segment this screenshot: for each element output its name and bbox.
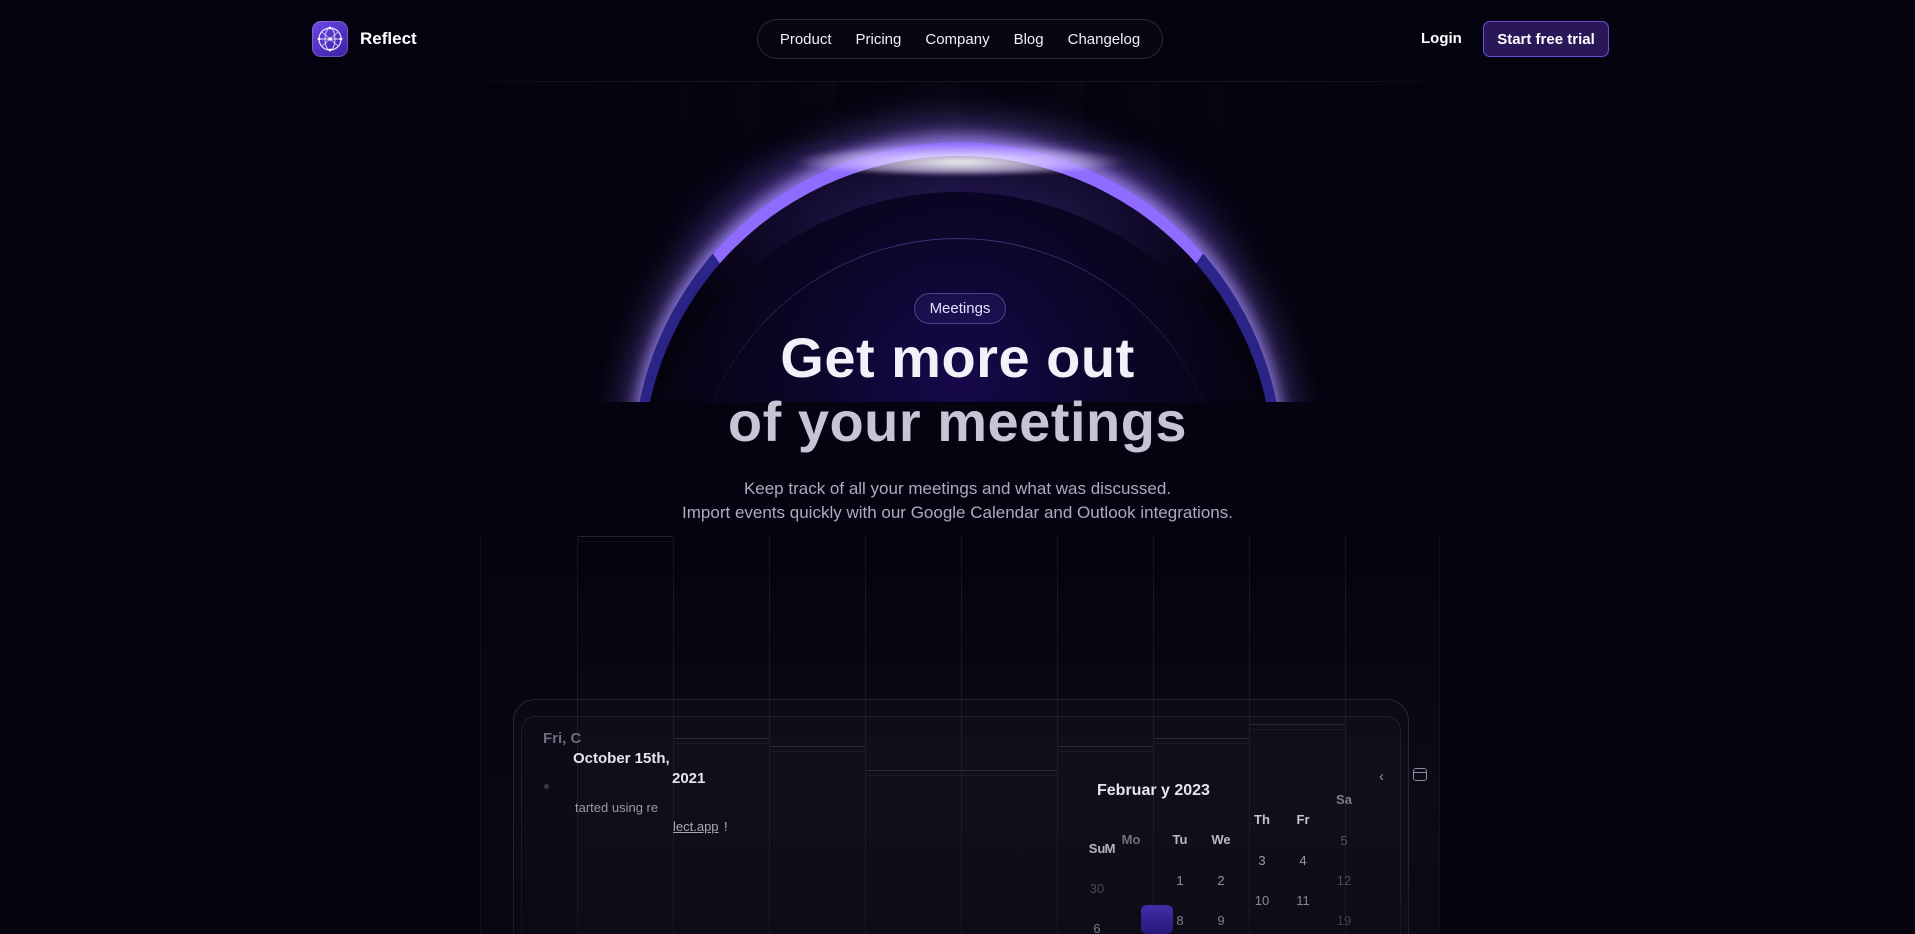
note-date-faint: Fri, C bbox=[543, 730, 582, 747]
meetings-badge: Meetings bbox=[914, 293, 1006, 324]
page-title: Get more out of your meetings bbox=[0, 326, 1915, 454]
calendar-day[interactable]: 12 bbox=[1324, 873, 1364, 888]
nav-item-product[interactable]: Product bbox=[780, 31, 832, 48]
day-header: Mo bbox=[1121, 832, 1141, 847]
preview-column bbox=[769, 536, 865, 934]
calendar-day[interactable]: 9 bbox=[1201, 913, 1241, 928]
calendar-day[interactable]: 10 bbox=[1242, 893, 1282, 908]
bullet-icon bbox=[544, 784, 549, 789]
subtitle-line-1: Keep track of all your meetings and what… bbox=[743, 479, 1172, 498]
preview-column bbox=[673, 536, 769, 934]
calendar-day[interactable]: 5 bbox=[1324, 833, 1364, 848]
nav-item-changelog[interactable]: Changelog bbox=[1068, 31, 1141, 48]
nav-item-company[interactable]: Company bbox=[925, 31, 989, 48]
brand-name: Reflect bbox=[360, 29, 417, 48]
calendar-widget: Februar y 2023 ‹ › bbox=[1079, 766, 1427, 934]
header-divider bbox=[420, 81, 1495, 82]
note-date: October 15th, bbox=[573, 750, 670, 767]
calendar-day[interactable]: 11 bbox=[1283, 893, 1323, 908]
chevron-left-icon[interactable]: ‹ bbox=[1379, 768, 1384, 785]
hero-subtitle: Keep track of all your meetings and what… bbox=[0, 477, 1915, 525]
preview-column bbox=[961, 536, 1057, 934]
day-header: Sa bbox=[1336, 792, 1352, 807]
day-header: Tu bbox=[1172, 832, 1188, 847]
subtitle-line-2: Import events quickly with our Google Ca… bbox=[682, 503, 1233, 522]
preview-column bbox=[577, 536, 673, 934]
day-header: We bbox=[1211, 832, 1231, 847]
globe-network-icon bbox=[312, 21, 348, 57]
start-free-trial-button[interactable]: Start free trial bbox=[1483, 21, 1609, 57]
day-header: Fr bbox=[1296, 812, 1310, 827]
preview-column bbox=[865, 536, 961, 934]
brand[interactable]: Reflect bbox=[312, 21, 417, 57]
calendar-day[interactable]: 3 bbox=[1242, 853, 1282, 868]
day-header: Th bbox=[1254, 812, 1270, 827]
note-link-tail: ! bbox=[724, 819, 728, 834]
title-line-1: Get more out bbox=[780, 326, 1135, 389]
nav-item-pricing[interactable]: Pricing bbox=[856, 31, 902, 48]
calendar-day[interactable]: 1 bbox=[1160, 873, 1200, 888]
main-nav: Product Pricing Company Blog Changelog bbox=[757, 19, 1163, 59]
glow-arc-highlight bbox=[790, 144, 1130, 174]
calendar-selected-day[interactable] bbox=[1141, 905, 1173, 934]
note-year: 2021 bbox=[672, 770, 706, 787]
calendar-day[interactable]: 6 bbox=[1077, 921, 1117, 934]
site-header: Reflect Product Pricing Company Blog Cha… bbox=[0, 0, 1915, 82]
title-line-2: of your meetings bbox=[727, 390, 1188, 453]
product-preview: Fri, C October 15th, 2021 tarted using r… bbox=[480, 536, 1440, 934]
nav-item-blog[interactable]: Blog bbox=[1014, 31, 1044, 48]
calendar-day[interactable]: 30 bbox=[1077, 881, 1117, 896]
note-text: tarted using re bbox=[575, 800, 659, 815]
calendar-day[interactable]: 2 bbox=[1201, 873, 1241, 888]
note-link[interactable]: lect.app bbox=[673, 819, 719, 834]
calendar-day[interactable]: 19 bbox=[1324, 913, 1364, 928]
calendar-title: Februar y 2023 bbox=[1097, 782, 1210, 799]
login-link[interactable]: Login bbox=[1421, 30, 1462, 47]
calendar-icon[interactable] bbox=[1413, 768, 1427, 781]
calendar-day[interactable]: 4 bbox=[1283, 853, 1323, 868]
